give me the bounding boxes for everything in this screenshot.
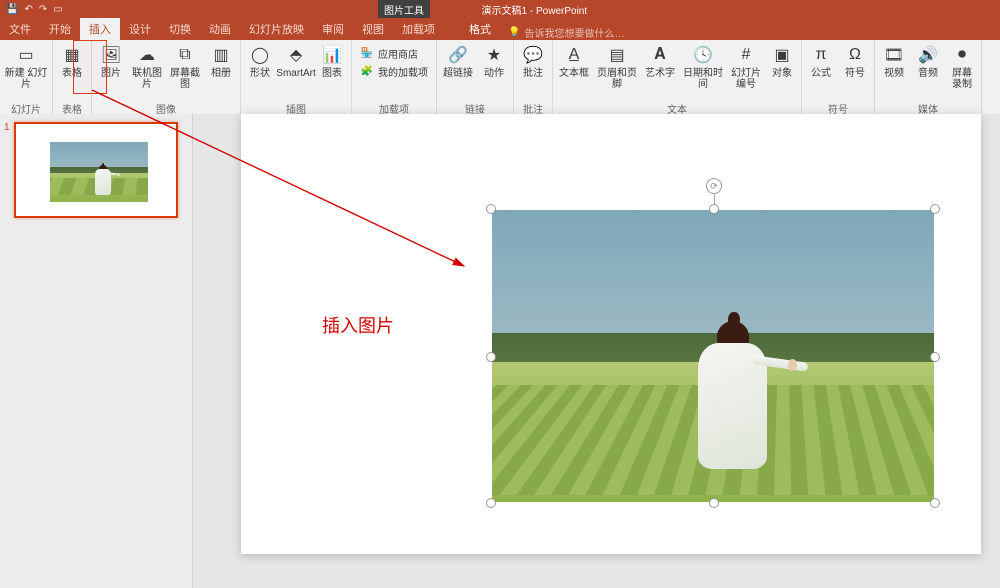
tab-transitions[interactable]: 切换 (160, 18, 200, 40)
slide-number-button[interactable]: # 幻灯片 编号 (729, 42, 763, 90)
tab-home[interactable]: 开始 (40, 18, 80, 40)
group-slides: ▭ 新建 幻灯片 幻灯片 (0, 40, 53, 114)
shapes-icon: ◯ (249, 44, 271, 66)
screenshot-button[interactable]: ⧉ 屏幕截图 (168, 42, 202, 90)
symbol-icon: Ω (844, 44, 866, 66)
text-box-button[interactable]: A̲ 文本框 (557, 42, 591, 79)
pictures-button[interactable]: 🖼 图片 (96, 42, 126, 79)
tab-format[interactable]: 格式 (460, 18, 500, 40)
online-pictures-icon: ☁ (136, 44, 158, 66)
my-addins-button[interactable]: 🧩 我的加载项 (356, 63, 432, 80)
equation-button[interactable]: π 公式 (806, 42, 836, 79)
photo-album-button[interactable]: ▥ 相册 (206, 42, 236, 79)
symbol-button[interactable]: Ω 符号 (840, 42, 870, 79)
tell-me[interactable]: 💡 告诉我您想要做什么… (508, 25, 624, 40)
contextual-tab-title: 图片工具 (378, 0, 430, 18)
screen-recording-button[interactable]: ⏺ 屏幕 录制 (947, 42, 977, 90)
chart-icon: 📊 (321, 44, 343, 66)
header-footer-button[interactable]: ▤ 页眉和页脚 (595, 42, 639, 90)
object-icon: ▣ (771, 44, 793, 66)
hyperlink-icon: 🔗 (447, 44, 469, 66)
tab-file[interactable]: 文件 (0, 18, 40, 40)
hyperlink-button[interactable]: 🔗 超链接 (441, 42, 475, 79)
word-art-button[interactable]: 𝐀 艺术字 (643, 42, 677, 79)
annotation-label: 插入图片 (322, 312, 394, 338)
action-button[interactable]: ★ 动作 (479, 42, 509, 79)
word-art-icon: 𝐀 (649, 44, 671, 66)
pictures-icon: 🖼 (100, 44, 122, 66)
chart-button[interactable]: 📊 图表 (317, 42, 347, 79)
comment-button[interactable]: 💬 批注 (518, 42, 548, 79)
table-button[interactable]: ▦ 表格 (57, 42, 87, 79)
new-slide-icon: ▭ (15, 44, 37, 66)
video-icon: 🎞 (883, 44, 905, 66)
ribbon: ▭ 新建 幻灯片 幻灯片 ▦ 表格 表格 🖼 图片 ☁ 联机图片 ⧉ (0, 40, 1000, 115)
tab-design[interactable]: 设计 (120, 18, 160, 40)
object-button[interactable]: ▣ 对象 (767, 42, 797, 79)
tab-review[interactable]: 审阅 (313, 18, 353, 40)
group-tables: ▦ 表格 表格 (53, 40, 92, 114)
new-slide-button[interactable]: ▭ 新建 幻灯片 (4, 42, 48, 90)
save-icon[interactable]: 💾 (6, 4, 18, 15)
group-links: 🔗 超链接 ★ 动作 链接 (437, 40, 514, 114)
group-images: 🖼 图片 ☁ 联机图片 ⧉ 屏幕截图 ▥ 相册 图像 (92, 40, 241, 114)
bulb-icon: 💡 (508, 27, 520, 38)
store-icon: 🏪 (360, 47, 374, 61)
tab-insert[interactable]: 插入 (80, 18, 120, 40)
title-bar: 💾 ↶ ↷ ▭ 演示文稿1 - PowerPoint 图片工具 (0, 0, 1000, 18)
store-button[interactable]: 🏪 应用商店 (356, 45, 432, 62)
action-icon: ★ (483, 44, 505, 66)
text-box-icon: A̲ (563, 44, 585, 66)
audio-icon: 🔊 (917, 44, 939, 66)
tab-slideshow[interactable]: 幻灯片放映 (240, 18, 313, 40)
smartart-button[interactable]: ⬘ SmartArt (279, 42, 313, 79)
photo-album-icon: ▥ (210, 44, 232, 66)
inserted-picture[interactable]: ⟳ (492, 210, 934, 502)
ribbon-tabs: 文件 开始 插入 设计 切换 动画 幻灯片放映 审阅 视图 加载项 格式 💡 告… (0, 18, 1000, 40)
thumbnail-image (50, 142, 148, 202)
my-addins-icon: 🧩 (360, 65, 374, 79)
window-title: 演示文稿1 - PowerPoint (69, 2, 1000, 17)
tab-animations[interactable]: 动画 (200, 18, 240, 40)
tell-me-label: 告诉我您想要做什么… (524, 25, 624, 40)
group-illustrations: ◯ 形状 ⬘ SmartArt 📊 图表 插图 (241, 40, 352, 114)
header-footer-icon: ▤ (606, 44, 628, 66)
start-from-beginning-icon[interactable]: ▭ (53, 4, 62, 15)
tab-addins[interactable]: 加载项 (393, 18, 444, 40)
slide-number-icon: # (735, 44, 757, 66)
date-time-icon: 🕓 (692, 44, 714, 66)
audio-button[interactable]: 🔊 音频 (913, 42, 943, 79)
table-icon: ▦ (61, 44, 83, 66)
group-text: A̲ 文本框 ▤ 页眉和页脚 𝐀 艺术字 🕓 日期和时间 # 幻灯片 编号 ▣ (553, 40, 802, 114)
screenshot-icon: ⧉ (174, 44, 196, 66)
online-pictures-button[interactable]: ☁ 联机图片 (130, 42, 164, 90)
slide-number: 1 (4, 122, 10, 133)
quick-access-toolbar: 💾 ↶ ↷ ▭ (0, 4, 69, 15)
date-time-button[interactable]: 🕓 日期和时间 (681, 42, 725, 90)
comment-icon: 💬 (522, 44, 544, 66)
video-button[interactable]: 🎞 视频 (879, 42, 909, 79)
group-media: 🎞 视频 🔊 音频 ⏺ 屏幕 录制 媒体 (875, 40, 982, 114)
group-symbols: π 公式 Ω 符号 符号 (802, 40, 875, 114)
equation-icon: π (810, 44, 832, 66)
tab-view[interactable]: 视图 (353, 18, 393, 40)
group-addins: 🏪 应用商店 🧩 我的加载项 加载项 (352, 40, 437, 114)
group-comments: 💬 批注 批注 (514, 40, 553, 114)
smartart-icon: ⬘ (285, 44, 307, 66)
shapes-button[interactable]: ◯ 形状 (245, 42, 275, 79)
redo-icon[interactable]: ↷ (39, 4, 47, 15)
undo-icon[interactable]: ↶ (24, 4, 32, 15)
slide-thumbnails-panel[interactable]: 1 (0, 114, 193, 588)
screen-recording-icon: ⏺ (951, 44, 973, 66)
slide-thumbnail-1[interactable] (14, 122, 178, 218)
